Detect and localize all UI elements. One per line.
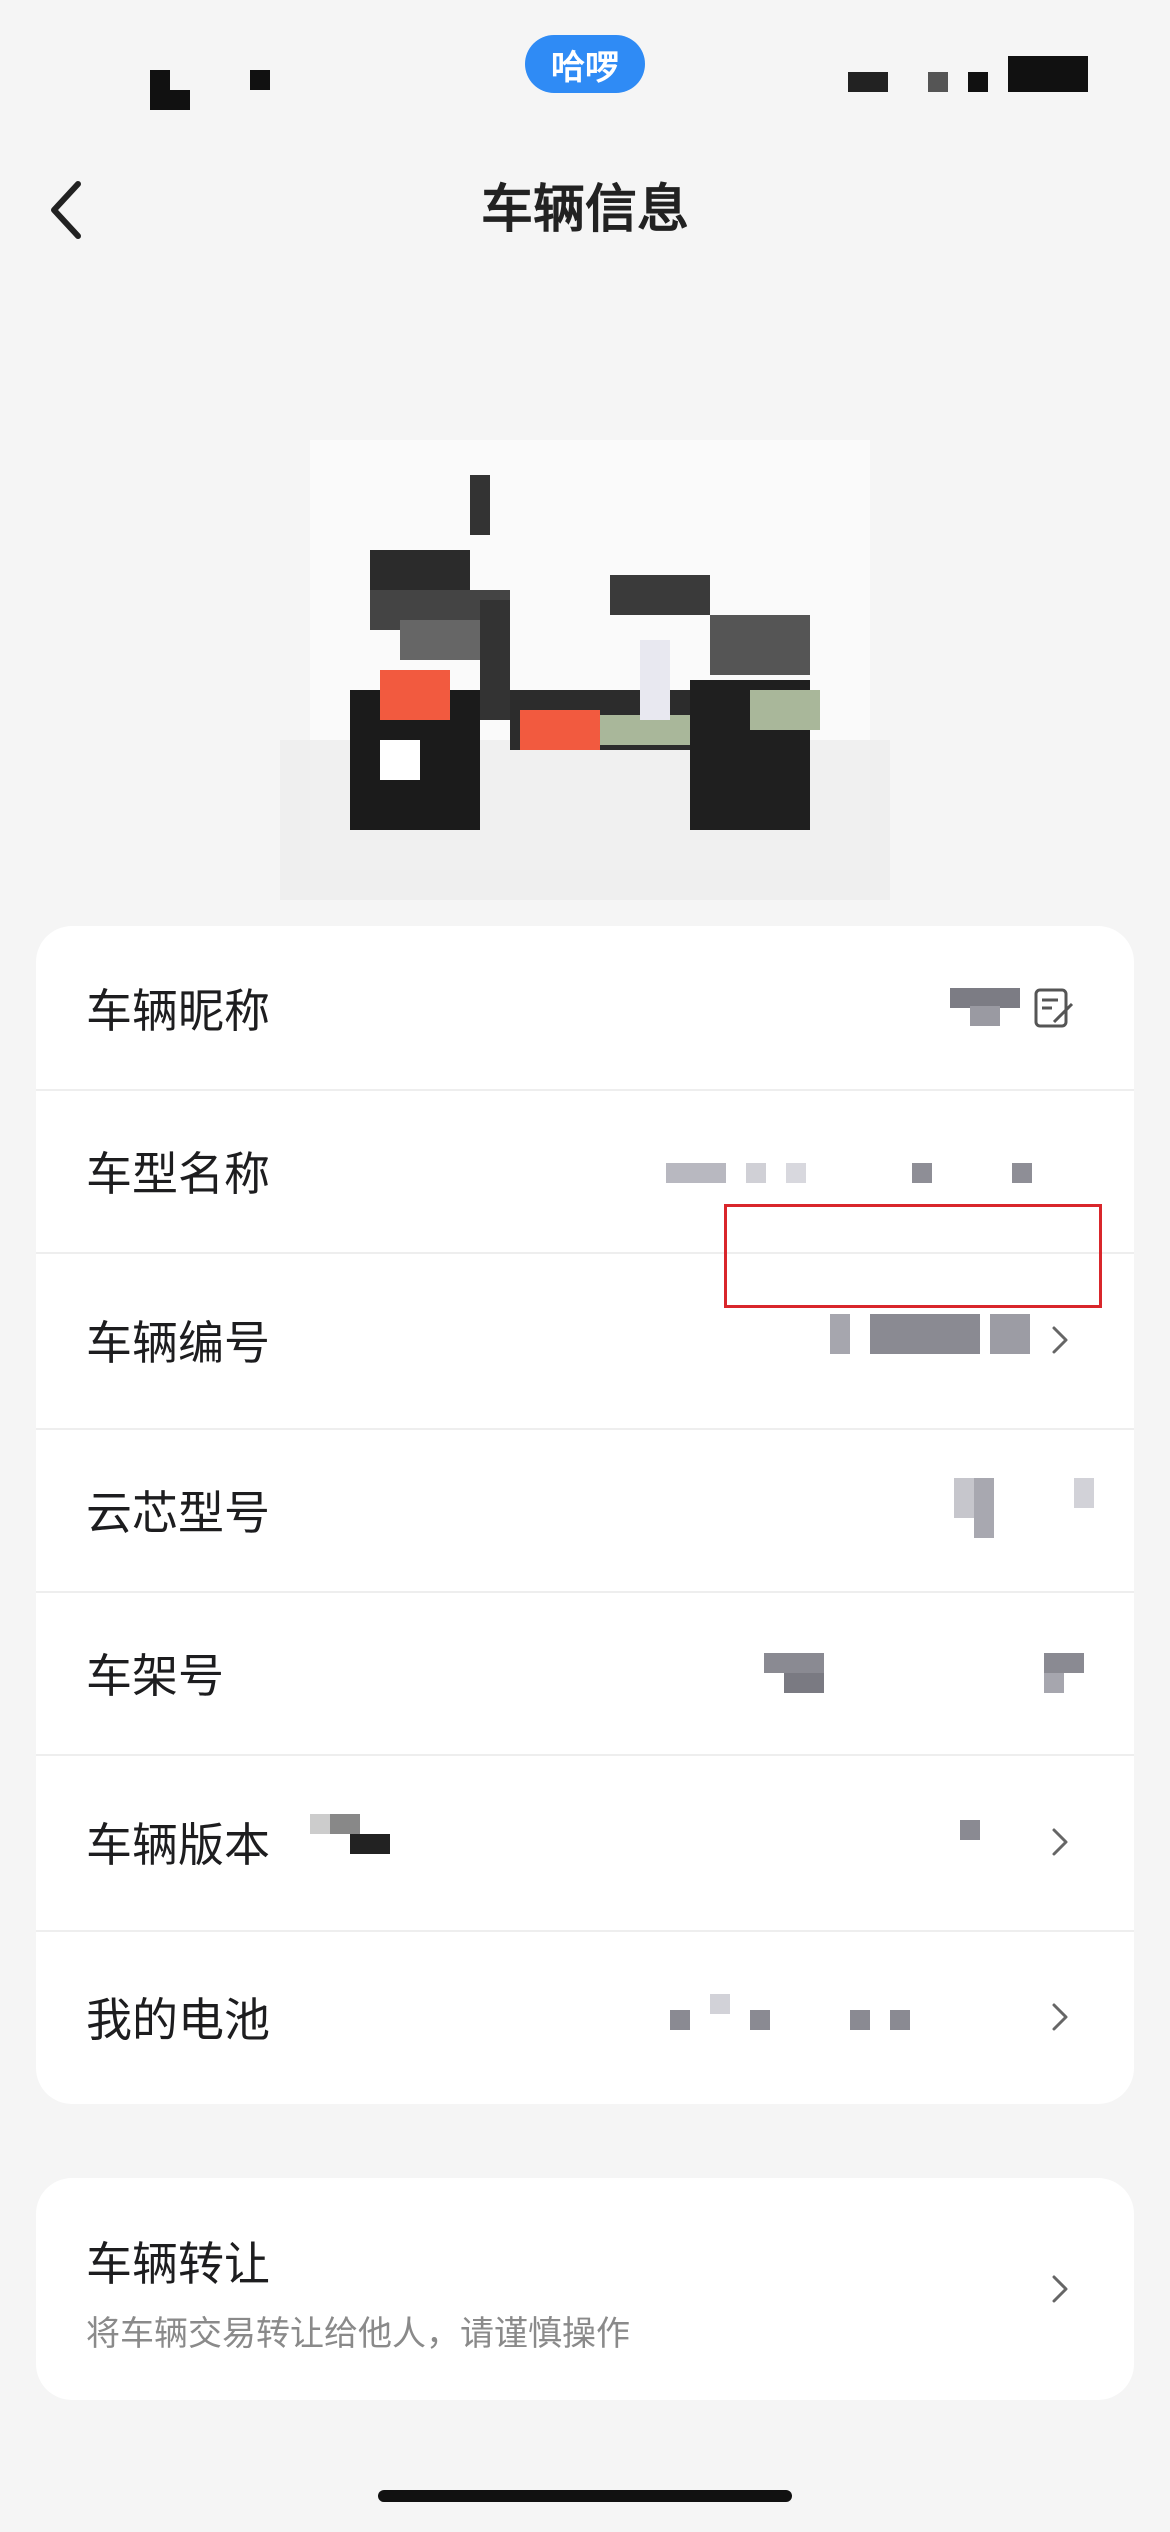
transfer-title: 车辆转让 (86, 2237, 270, 2291)
home-indicator (378, 2490, 792, 2502)
chevron-right-icon (1052, 1828, 1068, 1856)
page-title: 车辆信息 (480, 180, 689, 240)
status-time-redacted (90, 70, 290, 110)
row-vehicle-nickname[interactable]: 车辆昵称 (36, 926, 1134, 1091)
row-label: 我的电池 (86, 1993, 270, 2047)
row-chip-model: 云芯型号 (36, 1428, 1134, 1593)
chevron-right-icon (1052, 2275, 1068, 2303)
row-label: 车架号 (86, 1648, 224, 1703)
row-my-battery[interactable]: 我的电池 (36, 1930, 1134, 2104)
chevron-right-icon (1052, 2003, 1068, 2031)
row-label: 车辆昵称 (86, 983, 270, 1038)
app-badge: 哈啰 (525, 35, 645, 93)
vehicle-info-card: 车辆昵称 车型名称 车辆编号 云芯型号 车架号 车辆版本 我的电池 (36, 926, 1134, 2104)
row-label: 云芯型号 (86, 1485, 270, 1540)
vehicle-image (280, 440, 890, 900)
chevron-right-icon (1052, 1326, 1068, 1354)
row-label: 车辆编号 (86, 1316, 270, 1370)
row-frame-number: 车架号 (36, 1591, 1134, 1756)
status-icons-redacted (820, 38, 1120, 108)
row-vehicle-version[interactable]: 车辆版本 (36, 1754, 1134, 1932)
row-label: 车型名称 (86, 1146, 270, 1201)
row-label: 车辆版本 (86, 1818, 270, 1872)
vehicle-transfer-card[interactable]: 车辆转让 将车辆交易转让给他人，请谨慎操作 (36, 2178, 1134, 2400)
highlight-box (724, 1204, 1102, 1308)
edit-icon[interactable] (1030, 984, 1078, 1032)
transfer-subtitle: 将车辆交易转让给他人，请谨慎操作 (86, 2314, 630, 2354)
